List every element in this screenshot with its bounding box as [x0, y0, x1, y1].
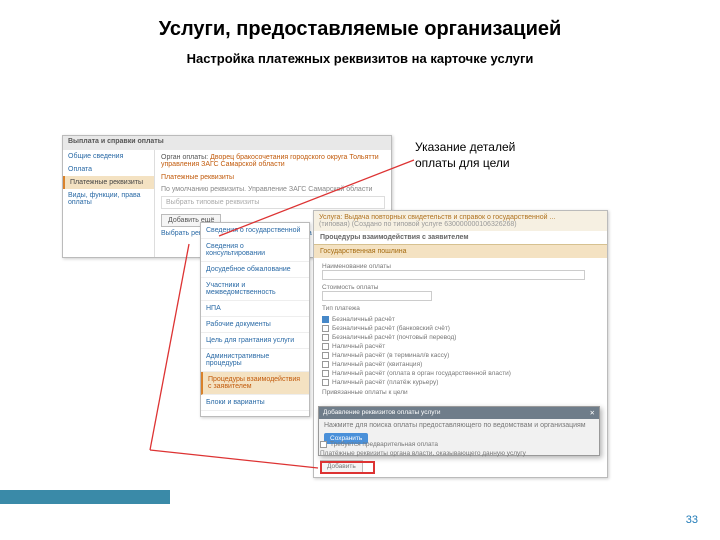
checkbox-7[interactable] — [322, 370, 329, 377]
shot3-titlebar: Услуга: Выдача повторных свидетельств и … — [314, 211, 607, 231]
screenshot-payment-form: Услуга: Выдача повторных свидетельств и … — [313, 210, 608, 478]
checkbox-8[interactable] — [322, 379, 329, 386]
checkbox-2[interactable] — [322, 325, 329, 332]
bottom-add-button[interactable]: Добавить — [320, 460, 363, 473]
chk-label-5: Наличный расчёт (в терминал/в кассу) — [332, 352, 449, 359]
nav-item-1[interactable]: Сведения о государственной — [201, 223, 309, 239]
checkbox-4[interactable] — [322, 343, 329, 350]
chk-label-2: Безналичный расчёт (банковский счёт) — [332, 325, 450, 332]
slide-subtitle: Настройка платежных реквизитов на карточ… — [0, 51, 720, 66]
bottom-note: Платёжные реквизиты органа власти, оказы… — [320, 450, 601, 457]
shot3-title-line2: (типовая) (Создано по типовой услуге 630… — [319, 221, 602, 228]
label-payment-cost: Стоимость оплаты — [322, 284, 599, 291]
screenshot-left-nav: Сведения о государственной Сведения о ко… — [200, 222, 310, 417]
page-number: 33 — [686, 514, 698, 526]
nav-item-9-active[interactable]: Процедуры взаимодействия с заявителем — [201, 372, 309, 395]
callout-line2: оплаты для цели — [415, 156, 510, 170]
chk-label-8: Наличный расчёт (платёж курьеру) — [332, 379, 438, 386]
label-bound: Привязанные оплаты к цели — [322, 389, 599, 396]
chk-label-7: Наличный расчёт (оплата в орган государс… — [332, 370, 511, 377]
shot3-title-line1: Услуга: Выдача повторных свидетельств и … — [319, 214, 602, 221]
shot1-header: Выплата и справки оплаты — [63, 136, 391, 150]
org-label: Орган оплаты: — [161, 154, 208, 161]
nav-item-2[interactable]: Сведения о консультировании — [201, 239, 309, 262]
nav-item-7[interactable]: Цель для грантания услуги — [201, 333, 309, 349]
nav-item-5[interactable]: НПА — [201, 301, 309, 317]
chk-label-3: Безналичный расчёт (почтовый перевод) — [332, 334, 456, 341]
shot1-select-template[interactable]: Выбрать типовые реквизиты — [161, 196, 385, 209]
sidebar-item-requisites[interactable]: Платежные реквизиты — [63, 176, 154, 189]
checkbox-prepay[interactable] — [320, 441, 327, 448]
chk-label-6: Наличный расчёт (квитанция) — [332, 361, 422, 368]
shot1-sidebar: Общие сведения Оплата Платежные реквизит… — [63, 150, 155, 257]
popup-title: Добавление реквизитов оплаты услуги — [323, 409, 441, 417]
slide-title: Услуги, предоставляемые организацией — [0, 0, 720, 41]
close-icon[interactable]: ✕ — [590, 409, 595, 417]
input-payment-cost[interactable] — [322, 291, 432, 301]
nav-item-3[interactable]: Досудебное обжалование — [201, 262, 309, 278]
nav-item-10[interactable]: Блоки и варианты — [201, 395, 309, 411]
label-payment-type: Тип платежа — [322, 305, 599, 312]
label-payment-name: Наименование оплаты — [322, 263, 599, 270]
chk-label-prepay: Требуется предварительная оплата — [330, 441, 438, 448]
shot1-section-title: Платежные реквизиты — [161, 174, 385, 181]
popup-body-text: Нажмите для поиска оплаты предоставляюще… — [324, 422, 594, 429]
checkbox-5[interactable] — [322, 352, 329, 359]
sidebar-item-general[interactable]: Общие сведения — [63, 150, 154, 163]
shot3-bottom: Требуется предварительная оплата Платёжн… — [314, 437, 607, 477]
nav-item-8[interactable]: Административные процедуры — [201, 349, 309, 372]
sidebar-item-types[interactable]: Виды, функции, права оплаты — [63, 189, 154, 209]
callout-line1: Указание деталей — [415, 140, 515, 154]
callout: Указание деталей оплаты для цели — [415, 140, 595, 171]
accent-bar — [0, 490, 170, 504]
shot3-section: Процедуры взаимодействия с заявителем — [314, 231, 607, 245]
shot3-tagbar: Государственная пошлина — [314, 245, 607, 258]
shot1-note: По умолчанию реквизиты. Управление ЗАГС … — [161, 186, 385, 193]
nav-item-4[interactable]: Участники и межведомственность — [201, 278, 309, 301]
checkbox-1[interactable] — [322, 316, 329, 323]
checkbox-6[interactable] — [322, 361, 329, 368]
chk-label-4: Наличный расчёт — [332, 343, 385, 350]
chk-label-1: Безналичный расчёт — [332, 316, 395, 323]
sidebar-item-payment[interactable]: Оплата — [63, 163, 154, 176]
input-payment-name[interactable] — [322, 270, 585, 280]
nav-item-6[interactable]: Рабочие документы — [201, 317, 309, 333]
checkbox-3[interactable] — [322, 334, 329, 341]
